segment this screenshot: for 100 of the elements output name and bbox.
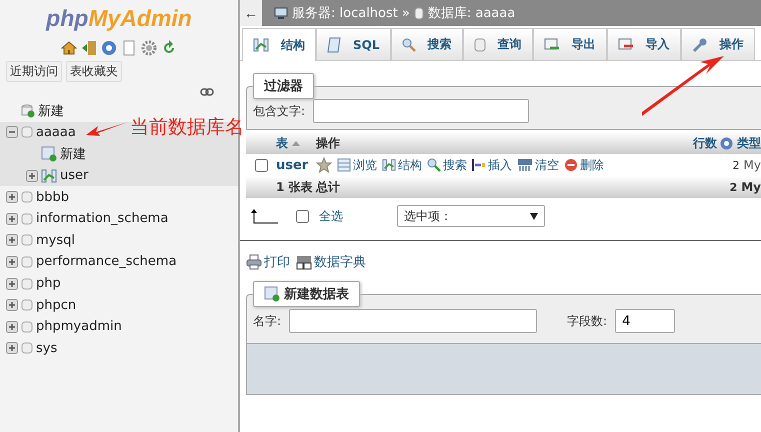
tree-item[interactable]: performance_schema xyxy=(36,254,177,270)
fieldset-legend: 新建数据表 xyxy=(253,281,360,307)
sidebar-button[interactable]: 表收藏夹 xyxy=(66,61,122,82)
expand-icon[interactable] xyxy=(6,299,18,312)
tree-item[interactable]: mysql xyxy=(36,232,75,248)
expand-icon[interactable] xyxy=(6,278,18,290)
table-cell-text: 2 xyxy=(732,158,740,172)
expand-icon[interactable] xyxy=(6,191,18,204)
tree-item[interactable]: php xyxy=(36,276,61,292)
tree-item[interactable]: user xyxy=(60,168,88,184)
caret-icon xyxy=(530,212,538,220)
expand-icon[interactable] xyxy=(6,212,18,225)
sidebar-button[interactable]: 近期访问 xyxy=(6,61,62,82)
action-link[interactable]: 结构 xyxy=(382,156,422,174)
document-icon xyxy=(327,36,341,52)
breadcrumb-link[interactable]: 数据库: aaaaa xyxy=(428,4,516,22)
tree-item[interactable]: phpmyadmin xyxy=(36,319,122,334)
tree-item[interactable]: 新建 xyxy=(38,102,64,120)
dropdown[interactable]: 选中项： xyxy=(397,205,545,227)
logo: phpMyAdmin xyxy=(46,4,192,32)
exit-icon[interactable] xyxy=(81,40,97,56)
tab[interactable]: 结构 xyxy=(242,28,316,61)
database-icon xyxy=(21,190,33,204)
table-cell-text: 总计 xyxy=(316,178,341,196)
tab[interactable]: 导入 xyxy=(606,28,680,60)
structure-icon xyxy=(382,158,396,172)
shredder-icon xyxy=(517,158,533,172)
column-header: 操作 xyxy=(316,134,341,152)
action-link[interactable]: 插入 xyxy=(472,156,512,174)
server-icon xyxy=(274,6,288,20)
star-icon[interactable] xyxy=(316,157,332,173)
table-icon xyxy=(41,168,57,183)
tree-item[interactable]: aaaaa xyxy=(36,124,76,140)
arrow-up-icon xyxy=(250,208,278,224)
expand-icon[interactable] xyxy=(6,320,18,333)
input-field[interactable] xyxy=(313,99,530,123)
sort-icon xyxy=(292,140,300,146)
table-cell-text: 1 张表 xyxy=(276,178,314,196)
tab[interactable]: 操作 xyxy=(680,28,754,60)
table-cell-text: My xyxy=(742,158,761,172)
refresh-icon[interactable] xyxy=(161,40,177,56)
dictionary-icon xyxy=(296,254,312,270)
database-icon xyxy=(21,233,33,248)
table-cell-text: 2 xyxy=(728,180,738,194)
table-icon xyxy=(337,158,351,172)
tab[interactable]: 查询 xyxy=(462,28,532,60)
field-label: 名字: xyxy=(253,312,282,330)
help-icon[interactable] xyxy=(720,136,733,150)
action-link[interactable]: 搜索 xyxy=(427,156,467,174)
gear-icon[interactable] xyxy=(141,40,157,56)
input-field[interactable]: 4 xyxy=(615,309,676,333)
data-dictionary-link[interactable]: 数据字典 xyxy=(296,253,366,271)
action-link[interactable]: 删除 xyxy=(564,156,604,174)
table-link[interactable]: user xyxy=(276,158,316,172)
link-icon[interactable] xyxy=(200,88,214,96)
annotation-text: 当前数据库名 xyxy=(130,115,244,140)
action-link[interactable]: 浏览 xyxy=(337,156,377,174)
action-link[interactable]: 清空 xyxy=(517,156,559,174)
database-icon xyxy=(21,320,33,334)
search-icon xyxy=(427,158,441,172)
back-button[interactable]: ← xyxy=(240,0,262,26)
tree-item[interactable]: 新建 xyxy=(60,144,86,163)
column-header[interactable]: 表 xyxy=(276,134,316,152)
database-icon xyxy=(21,341,33,356)
database-icon xyxy=(21,125,33,140)
tab[interactable]: 导出 xyxy=(532,28,606,60)
input-field[interactable] xyxy=(289,309,538,333)
tab[interactable]: SQL xyxy=(316,28,390,60)
expand-icon[interactable] xyxy=(6,234,18,246)
annotation-arrow xyxy=(86,120,128,138)
help-icon[interactable] xyxy=(101,40,117,56)
tab[interactable]: 搜索 xyxy=(390,28,462,60)
expand-icon[interactable] xyxy=(26,170,38,182)
database-icon xyxy=(414,6,424,20)
tree-item[interactable]: phpcn xyxy=(36,298,76,313)
insert-icon xyxy=(472,158,486,172)
expand-icon[interactable] xyxy=(6,256,18,268)
database-icon xyxy=(21,254,33,269)
expand-icon[interactable] xyxy=(6,342,18,354)
breadcrumb-link[interactable]: 服务器: localhost xyxy=(292,4,398,22)
print-link[interactable]: 打印 xyxy=(246,253,290,271)
home-icon[interactable] xyxy=(61,40,77,56)
field-label: 字段数: xyxy=(567,312,608,330)
column-header[interactable]: 类型 xyxy=(733,134,761,152)
check-all-label[interactable]: 全选 xyxy=(319,208,343,224)
table-cell-text: My xyxy=(740,180,761,194)
wrench-icon xyxy=(692,36,708,52)
check-all-checkbox[interactable] xyxy=(296,210,309,222)
tree-item[interactable]: sys xyxy=(36,340,58,356)
fieldset-legend: 过滤器 xyxy=(253,73,314,99)
database-icon xyxy=(21,298,33,312)
collapse-icon[interactable] xyxy=(6,126,18,138)
database-icon xyxy=(21,212,33,226)
column-header[interactable]: 行数 xyxy=(685,134,733,152)
new-database-icon xyxy=(21,104,35,118)
export-icon xyxy=(544,38,560,52)
row-checkbox[interactable] xyxy=(255,158,268,172)
document-icon[interactable] xyxy=(121,40,137,56)
tree-item[interactable]: bbbb xyxy=(36,190,70,205)
tree-item[interactable]: information_schema xyxy=(36,211,168,226)
